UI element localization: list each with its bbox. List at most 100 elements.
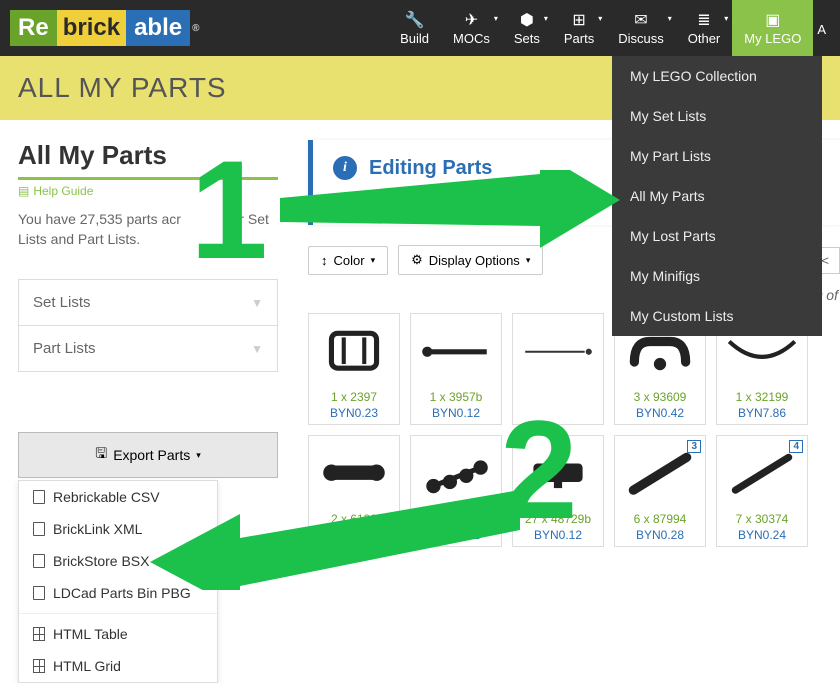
accordion-set-lists[interactable]: Set Lists ▼: [19, 280, 277, 326]
help-label: Help Guide: [33, 184, 93, 198]
chevron-down-icon: ▾: [196, 450, 201, 461]
dropdown-my-set-lists[interactable]: My Set Lists: [612, 96, 822, 136]
nav-my-lego[interactable]: ▣ My LEGO: [732, 0, 813, 56]
export-rebrickable-csv[interactable]: Rebrickable CSV: [19, 481, 217, 513]
export-html-grid[interactable]: HTML Grid: [19, 650, 217, 682]
nav-label: MOCs: [453, 31, 490, 46]
logo[interactable]: Re brick able ®: [10, 10, 199, 46]
dropdown-my-custom-lists[interactable]: My Custom Lists: [612, 296, 822, 336]
part-image: [313, 318, 395, 386]
part-price: BYN0.12: [415, 406, 497, 420]
part-price: BYN0.22: [415, 528, 497, 542]
file-icon: [33, 586, 45, 600]
help-guide-link[interactable]: ▤ Help Guide: [18, 184, 278, 198]
export-parts-button[interactable]: 🖫 Export Parts ▾: [18, 432, 278, 478]
export-brickstore-bsx[interactable]: BrickStore BSX: [19, 545, 217, 577]
dropdown-my-part-lists[interactable]: My Part Lists: [612, 136, 822, 176]
heading-underline: [18, 177, 278, 180]
part-image: [517, 318, 599, 386]
chevron-down-icon: ▾: [371, 255, 376, 266]
menu-divider: [19, 613, 217, 614]
wrench-icon: 🔧: [405, 13, 425, 29]
chevron-down-icon: ▾: [724, 14, 728, 23]
info-icon: i: [333, 156, 357, 180]
nav-sets[interactable]: ⬢▾ Sets: [502, 0, 552, 56]
box-icon: ⬢: [520, 13, 534, 29]
file-icon: [33, 522, 45, 536]
part-price: BYN0.98: [313, 528, 395, 542]
sort-icon: ↕: [321, 253, 328, 268]
chevron-down-icon: ▼: [251, 296, 263, 310]
chevron-down-icon: ▾: [494, 14, 498, 23]
puzzle-icon: ⊞: [572, 13, 585, 29]
save-icon: 🖫: [95, 443, 107, 467]
lists-accordion: Set Lists ▼ Part Lists ▼: [18, 279, 278, 372]
part-card[interactable]: 27 x 48729b BYN0.12: [512, 435, 604, 547]
book-icon: ▤: [18, 184, 29, 198]
dropdown-my-minifigs[interactable]: My Minifigs: [612, 256, 822, 296]
nav-build[interactable]: 🔧 Build: [388, 0, 441, 56]
chevron-down-icon: ▼: [251, 342, 263, 356]
nav-label: Other: [688, 31, 721, 46]
rocket-icon: ✈: [465, 13, 478, 29]
part-card[interactable]: 1 x 2397 BYN0.23: [308, 313, 400, 425]
nav-mocs[interactable]: ✈ ▾ MOCs: [441, 0, 502, 56]
part-qty: 27 x 48729b: [517, 512, 599, 526]
part-card[interactable]: 1 x 3957b BYN0.12: [410, 313, 502, 425]
nav-overflow[interactable]: A: [813, 0, 830, 56]
file-icon: [33, 490, 45, 504]
part-card[interactable]: 3 6 x 87994 BYN0.28: [614, 435, 706, 547]
part-card[interactable]: [512, 313, 604, 425]
part-card[interactable]: 4 7 x 30374 BYN0.24: [716, 435, 808, 547]
info-title: Editing Parts: [369, 157, 492, 180]
logo-part-able: able: [126, 10, 190, 46]
part-price: BYN0.24: [721, 528, 803, 542]
nav-label: My LEGO: [744, 31, 801, 46]
left-column: All My Parts ▤ Help Guide You have 27,53…: [18, 140, 278, 575]
main-nav: 🔧 Build ✈▾ MOCs ⬢▾ Sets ⊞▾ Parts ✉▾ Disc…: [388, 0, 830, 56]
export-ldcad-pbg[interactable]: LDCad Parts Bin PBG: [19, 577, 217, 609]
stack-icon: ≣: [697, 13, 710, 29]
chevron-down-icon: ▾: [668, 14, 672, 23]
export-html-table[interactable]: HTML Table: [19, 618, 217, 650]
part-qty: 2 x 6190: [313, 512, 395, 526]
my-lego-dropdown: My LEGO Collection My Set Lists My Part …: [612, 56, 822, 336]
topbar: Re brick able ® 🔧 Build ✈▾ MOCs ⬢▾ Sets …: [0, 0, 840, 56]
part-qty: 3 x 93609: [619, 390, 701, 404]
logo-part-brick: brick: [57, 10, 126, 46]
part-qty: 1 x 3957b: [415, 390, 497, 404]
part-image: [415, 318, 497, 386]
dropdown-all-my-parts[interactable]: All My Parts: [612, 176, 822, 216]
logo-part-re: Re: [10, 10, 57, 46]
export-bricklink-xml[interactable]: BrickLink XML: [19, 513, 217, 545]
dropdown-my-lost-parts[interactable]: My Lost Parts: [612, 216, 822, 256]
section-heading: All My Parts: [18, 140, 278, 171]
nav-label: A: [817, 22, 826, 37]
chevron-down-icon: ⌄: [253, 548, 265, 565]
file-icon: [33, 554, 45, 568]
accordion-part-lists[interactable]: Part Lists ▼: [19, 326, 277, 371]
color-sort-button[interactable]: ↕ Color ▾: [308, 246, 388, 275]
part-qty: 6 x 87994: [619, 512, 701, 526]
part-card[interactable]: 1 x 6140 BYN0.22: [410, 435, 502, 547]
grid-icon: [33, 659, 45, 673]
nav-parts[interactable]: ⊞▾ Parts: [552, 0, 606, 56]
nav-other[interactable]: ≣ ▾ Other: [676, 0, 733, 56]
display-options-button[interactable]: ⚙ Display Options ▾: [398, 245, 543, 275]
part-price: BYN7.86: [721, 406, 803, 420]
parts-grid: 1 x 2397 BYN0.23 1 x 3957b BYN0.12 3 x 9…: [308, 313, 840, 547]
export-menu: Rebrickable CSV BrickLink XML BrickStore…: [18, 480, 218, 683]
part-qty: 7 x 30374: [721, 512, 803, 526]
parts-count-text: You have 27,535 parts across all yur Set…: [18, 210, 278, 249]
nav-label: Build: [400, 31, 429, 46]
nav-label: Parts: [564, 31, 594, 46]
briefcase-icon: ▣: [765, 13, 780, 29]
part-badge: 3: [687, 440, 701, 453]
part-card[interactable]: 2 x 6190 BYN0.98: [308, 435, 400, 547]
part-image: [415, 440, 497, 508]
part-price: BYN0.12: [517, 528, 599, 542]
dropdown-my-collection[interactable]: My LEGO Collection: [612, 56, 822, 96]
nav-discuss[interactable]: ✉▾ Discuss: [606, 0, 676, 56]
part-price: BYN0.23: [313, 406, 395, 420]
export-label: Export Parts: [113, 447, 190, 463]
